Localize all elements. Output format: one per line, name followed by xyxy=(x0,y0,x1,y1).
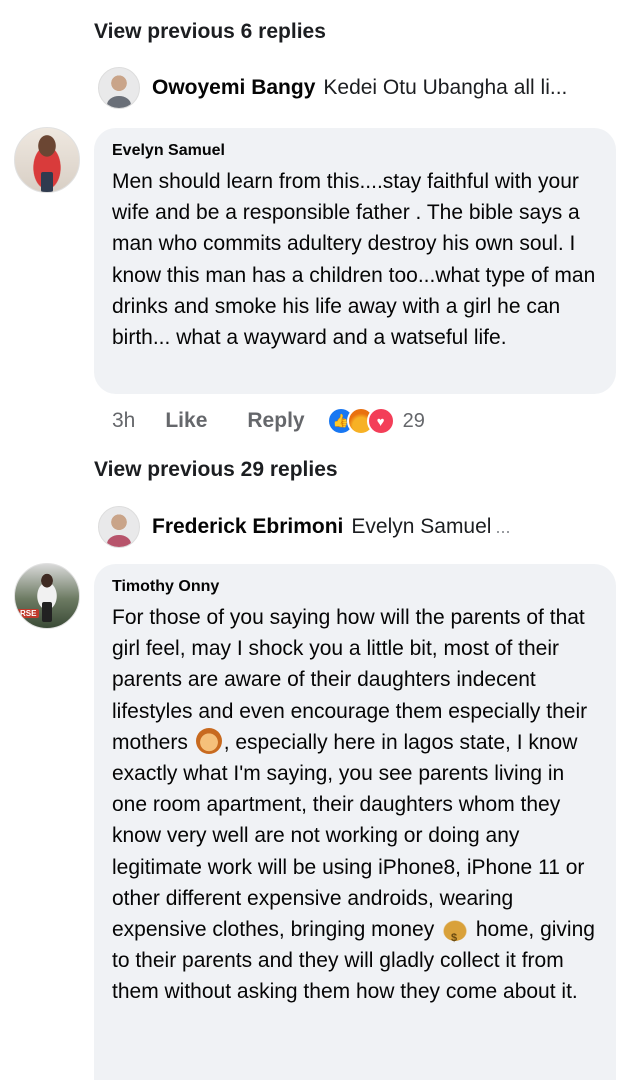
reply-button[interactable]: Reply xyxy=(247,409,304,433)
comment-text: Men should learn from this....stay faith… xyxy=(112,170,596,350)
avatar-badge: RSE xyxy=(17,609,40,618)
love-icon: ♥ xyxy=(366,407,395,435)
woman-emoji-icon xyxy=(195,727,222,754)
comment-meta: 3h Like Reply 👍 ♥ 29 xyxy=(112,404,425,438)
reaction-count: 29 xyxy=(402,409,425,432)
comment-bubble: Timothy Onny For those of you saying how… xyxy=(94,564,616,1080)
reactions-summary[interactable]: 👍 ♥ 29 xyxy=(326,407,425,435)
view-previous-replies-2[interactable]: View previous 29 replies xyxy=(94,458,338,482)
comment-bubble: Evelyn Samuel Men should learn from this… xyxy=(94,128,616,394)
comment-author-name[interactable]: Evelyn Samuel xyxy=(112,142,598,160)
comment-author-name[interactable]: Timothy Onny xyxy=(112,578,598,596)
money-bag-icon xyxy=(442,915,469,954)
reply-ellipsis: ... xyxy=(495,516,511,537)
reply-author-name[interactable]: Owoyemi Bangy xyxy=(152,76,315,100)
view-previous-replies-1[interactable]: View previous 6 replies xyxy=(94,20,326,44)
reply-preview-frederick[interactable]: Frederick Ebrimoni Evelyn Samuel ... xyxy=(98,505,608,549)
avatar[interactable] xyxy=(98,67,140,109)
comment-timestamp[interactable]: 3h xyxy=(112,409,135,433)
comment-text: For those of you saying how will the par… xyxy=(112,602,598,1008)
reply-snippet: Kedei Otu Ubangha all li... xyxy=(323,76,568,99)
avatar[interactable]: RSE xyxy=(14,563,80,629)
avatar[interactable] xyxy=(98,506,140,548)
like-button[interactable]: Like xyxy=(165,409,207,433)
avatar[interactable] xyxy=(14,127,80,193)
reply-preview-owoyemi[interactable]: Owoyemi Bangy Kedei Otu Ubangha all li..… xyxy=(98,66,608,110)
reply-snippet: Evelyn Samuel xyxy=(351,515,492,538)
reply-author-name[interactable]: Frederick Ebrimoni xyxy=(152,515,343,539)
